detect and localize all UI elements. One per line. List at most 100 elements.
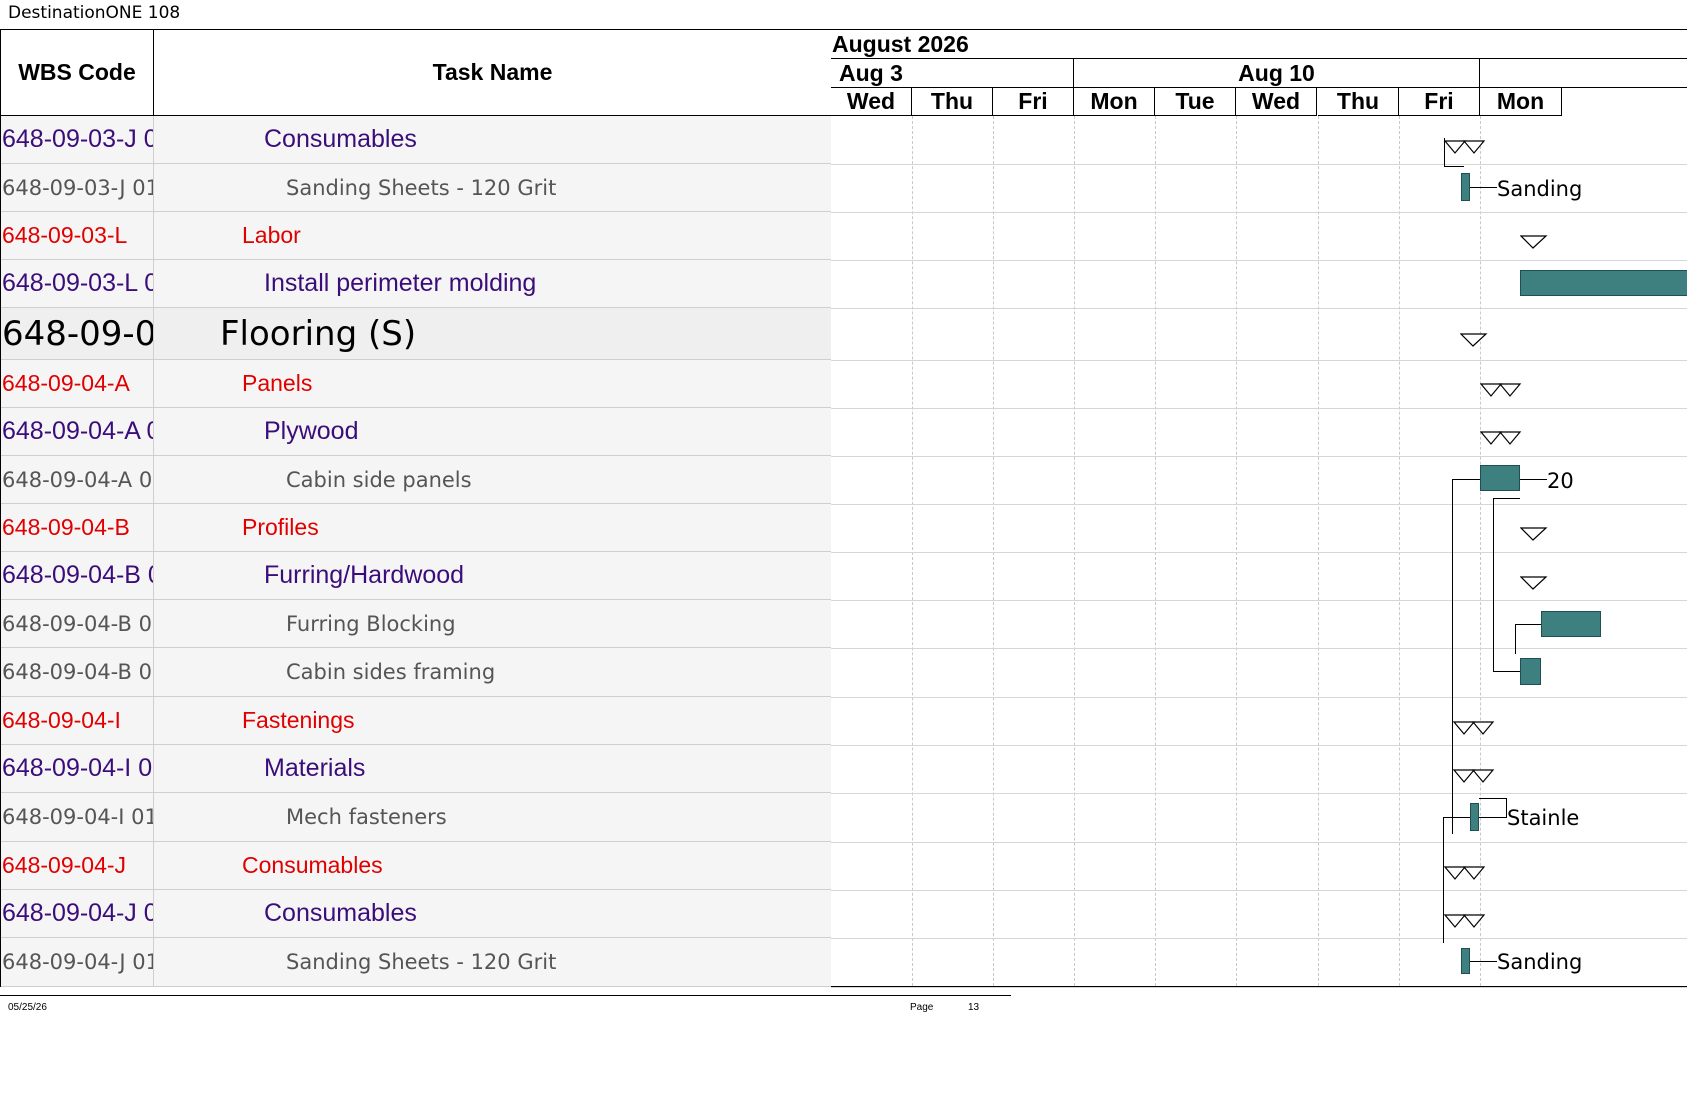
day-gridline [1318,116,1319,986]
task-name-cell[interactable]: Sanding Sheets - 120 Grit [154,938,831,986]
task-name-cell[interactable]: Install perimeter molding [154,260,831,307]
task-row[interactable]: 648-09-03-J 0 Consumables [1,116,831,164]
summary-milestone-icon[interactable] [1520,526,1548,542]
task-bar[interactable] [1480,465,1520,491]
row-divider [831,987,1687,988]
summary-milestone-icon[interactable] [1444,865,1486,881]
wbs-code-cell[interactable]: 648-09-04-I 01 [1,793,154,841]
wbs-code-cell[interactable]: 648-09-04-I 0 [1,745,154,792]
task-name-column-header[interactable]: Task Name [154,30,831,116]
row-divider [831,456,1687,457]
task-bar[interactable] [1541,611,1601,637]
wbs-code-cell[interactable]: 648-09-04-J 0 [1,890,154,937]
task-name-cell[interactable]: Consumables [154,890,831,937]
summary-milestone-icon[interactable] [1444,139,1486,155]
task-row[interactable]: 648-09-03-J 01 Sanding Sheets - 120 Grit [1,164,831,212]
task-name-cell[interactable]: Fastenings [154,697,831,744]
task-name-cell[interactable]: Panels [154,360,831,407]
task-bar[interactable] [1520,270,1687,296]
timescale-day: Tue [1155,88,1236,116]
dependency-link [1452,479,1480,480]
task-row[interactable]: 648-09-04-I Fastenings [1,697,831,745]
wbs-code-cell[interactable]: 648-09-03-L [1,212,154,259]
task-row[interactable]: 648-09-04-B 01 Cabin sides framing [1,648,831,697]
task-row[interactable]: 648-09-04-I 01 Mech fasteners [1,793,831,842]
wbs-code-cell[interactable]: 648-09-04-B 01 [1,600,154,647]
task-bar[interactable] [1470,803,1479,831]
wbs-column-header[interactable]: WBS Code [1,30,154,116]
timescale-week: Aug 10 [1074,59,1480,88]
wbs-code-cell[interactable]: 648-09-03-J 01 [1,164,154,211]
summary-milestone-icon[interactable] [1453,768,1495,784]
task-row[interactable]: 648-09-04-B 01 Furring Blocking [1,600,831,648]
task-row[interactable]: 648-09-03-L 0 Install perimeter molding [1,260,831,308]
timescale-day: Mon [1480,88,1562,116]
summary-milestone-icon[interactable] [1444,913,1486,929]
task-bar[interactable] [1461,173,1470,201]
wbs-code-cell[interactable]: 648-09-04-B [1,504,154,551]
task-name-cell[interactable]: Materials [154,745,831,792]
task-row[interactable]: 648-09-04Flooring (S) [1,308,831,360]
wbs-code-cell[interactable]: 648-09-04-B 01 [1,648,154,696]
wbs-code-cell[interactable]: 648-09-04-A 0 [1,408,154,455]
task-row[interactable]: 648-09-03-L Labor [1,212,831,260]
task-row[interactable]: 648-09-04-J 0 Consumables [1,890,831,938]
task-row[interactable]: 648-09-04-B 0 Furring/Hardwood [1,552,831,600]
dependency-link [1493,498,1494,671]
dependency-link [1444,166,1464,167]
day-gridline [1155,116,1156,986]
task-name-cell[interactable]: Mech fasteners [154,793,831,841]
bar-label: 20 [1547,469,1574,493]
wbs-code-cell[interactable]: 648-09-04-B 0 [1,552,154,599]
day-gridline [912,116,913,986]
task-name-cell[interactable]: Furring/Hardwood [154,552,831,599]
task-name-cell[interactable]: Cabin side panels [154,456,831,503]
task-bar[interactable] [1461,948,1470,974]
task-name-cell[interactable]: Labor [154,212,831,259]
task-name-cell[interactable]: Consumables [154,842,831,889]
day-gridline [993,116,994,986]
summary-milestone-icon[interactable] [1453,720,1495,736]
task-row[interactable]: 648-09-04-A 0 Plywood [1,408,831,456]
row-divider [831,745,1687,746]
wbs-code-cell[interactable]: 648-09-04 [1,308,154,359]
summary-milestone-icon[interactable] [1480,382,1522,398]
task-name-cell[interactable]: Flooring (S) [154,308,831,359]
task-row[interactable]: 648-09-04-B Profiles [1,504,831,552]
task-name-cell[interactable]: Profiles [154,504,831,551]
wbs-code-cell[interactable]: 648-09-04-A [1,360,154,407]
row-divider [831,552,1687,553]
timescale-day: Wed [1236,88,1317,116]
row-divider [831,504,1687,505]
wbs-code-cell[interactable]: 648-09-04-J 01 [1,938,154,986]
summary-milestone-icon[interactable] [1460,332,1488,348]
footer-page-label: Page [910,1002,934,1013]
row-divider [831,697,1687,698]
dependency-link [1470,187,1497,188]
wbs-code-cell[interactable]: 648-09-04-I [1,697,154,744]
summary-milestone-icon[interactable] [1520,234,1548,250]
document-title: DestinationONE 108 [8,3,181,23]
dependency-link [1470,961,1497,962]
summary-milestone-icon[interactable] [1480,430,1522,446]
day-gridline [1399,116,1400,986]
task-row[interactable]: 648-09-04-I 0 Materials [1,745,831,793]
task-name-cell[interactable]: Cabin sides framing [154,648,831,696]
wbs-code-cell[interactable]: 648-09-04-J [1,842,154,889]
task-name-cell[interactable]: Furring Blocking [154,600,831,647]
timescale-day: Fri [993,88,1074,116]
dependency-link [1479,817,1506,818]
task-name-cell[interactable]: Plywood [154,408,831,455]
row-divider [831,890,1687,891]
task-name-cell[interactable]: Consumables [154,116,831,163]
wbs-code-cell[interactable]: 648-09-03-L 0 [1,260,154,307]
summary-milestone-icon[interactable] [1520,575,1548,591]
task-name-cell[interactable]: Sanding Sheets - 120 Grit [154,164,831,211]
task-row[interactable]: 648-09-04-A 01 Cabin side panels [1,456,831,504]
wbs-code-cell[interactable]: 648-09-03-J 0 [1,116,154,163]
task-bar[interactable] [1520,658,1541,685]
wbs-code-cell[interactable]: 648-09-04-A 01 [1,456,154,503]
task-row[interactable]: 648-09-04-J 01 Sanding Sheets - 120 Grit [1,938,831,987]
task-row[interactable]: 648-09-04-A Panels [1,360,831,408]
task-row[interactable]: 648-09-04-J Consumables [1,842,831,890]
